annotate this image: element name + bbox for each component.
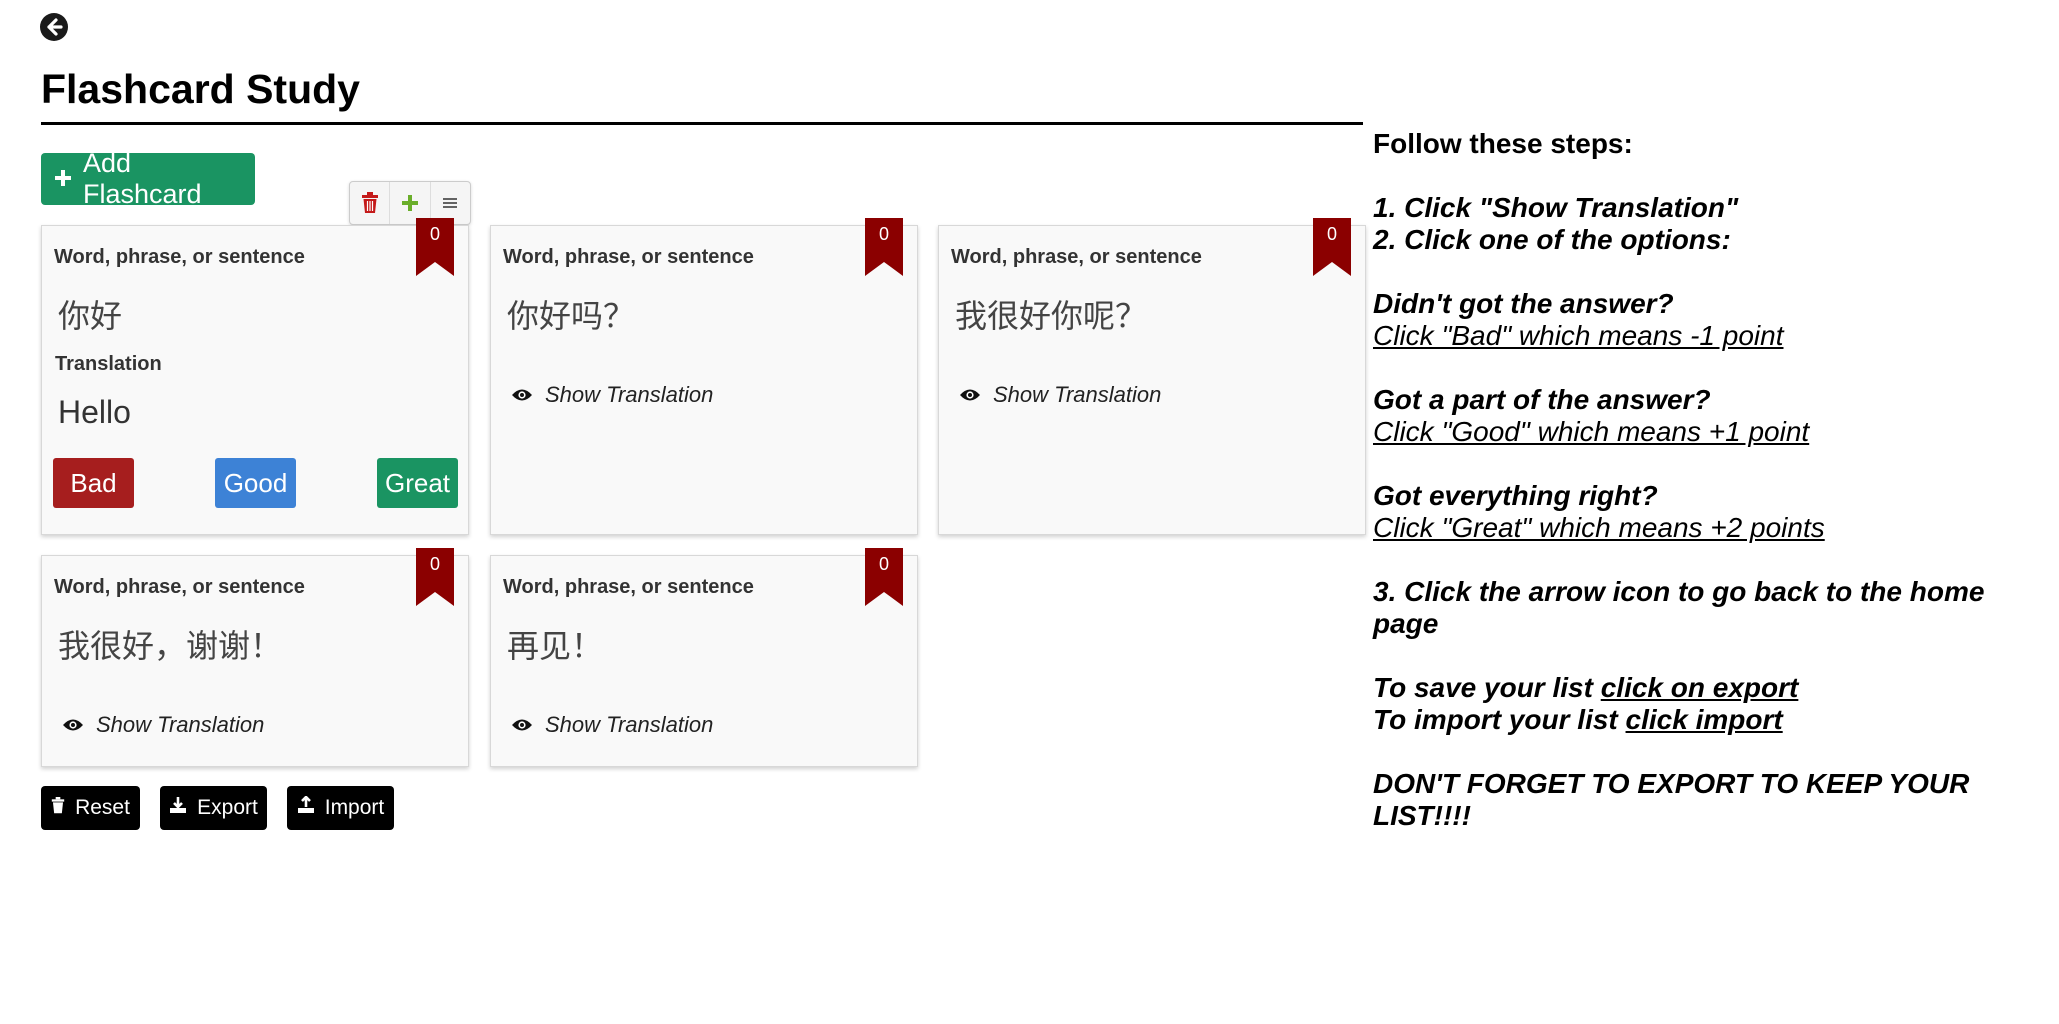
flashcard: Word, phrase, or sentence 你好吗？ Show Tran… <box>490 218 918 535</box>
add-flashcard-label: Add Flashcard <box>83 148 202 209</box>
score-value: 0 <box>878 224 889 244</box>
save-line: To save your list click on export <box>1373 672 2053 704</box>
show-translation-button[interactable]: Show Translation <box>62 712 264 738</box>
great-question: Got everything right? <box>1373 480 1658 511</box>
export-button[interactable]: Export <box>160 786 267 830</box>
great-explanation: Click "Great" which means +2 points <box>1373 512 1825 543</box>
translation-text: Hello <box>58 394 131 430</box>
good-question: Got a part of the answer? <box>1373 384 1711 415</box>
title-divider <box>41 122 1363 125</box>
card-label: Word, phrase, or sentence <box>503 246 754 268</box>
card-label: Word, phrase, or sentence <box>503 576 754 598</box>
export-link[interactable]: click on export <box>1601 672 1799 703</box>
show-translation-label: Show Translation <box>993 382 1162 407</box>
score-ribbon: 0 <box>1313 218 1351 276</box>
trash-icon[interactable] <box>350 182 391 224</box>
flashcard: Word, phrase, or sentence 再见！ Show Trans… <box>490 548 918 767</box>
eye-icon <box>511 382 533 408</box>
add-flashcard-button[interactable]: Add Flashcard <box>41 148 255 209</box>
page-title: Flashcard Study <box>41 66 360 112</box>
score-value: 0 <box>878 554 889 574</box>
import-label: Import <box>324 796 385 819</box>
card-label: Word, phrase, or sentence <box>54 246 305 268</box>
upload-icon <box>297 795 315 820</box>
show-translation-button[interactable]: Show Translation <box>511 712 713 738</box>
eye-icon <box>62 712 84 738</box>
plus-icon <box>53 164 73 195</box>
bad-question: Didn't got the answer? <box>1373 288 1674 319</box>
reset-label: Reset <box>75 796 130 819</box>
step-2: 2. Click one of the options: <box>1373 224 1731 255</box>
card-word: 我很好，谢谢！ <box>58 627 283 665</box>
instructions-panel: Follow these steps: 1. Click "Show Trans… <box>1373 128 2053 832</box>
back-arrow-icon[interactable] <box>40 13 68 41</box>
import-prefix: To import your list <box>1373 704 1626 735</box>
score-ribbon: 0 <box>865 218 903 276</box>
bad-explanation: Click "Bad" which means -1 point <box>1373 320 1784 351</box>
score-value: 0 <box>1326 224 1337 244</box>
card-label: Word, phrase, or sentence <box>951 246 1202 268</box>
eye-icon <box>511 712 533 738</box>
instructions-heading: Follow these steps: <box>1373 128 1633 159</box>
card-word: 我很好你呢？ <box>955 297 1148 335</box>
eye-icon <box>959 382 981 408</box>
bad-button[interactable]: Bad <box>53 458 134 508</box>
score-ribbon: 0 <box>865 548 903 606</box>
import-link[interactable]: click import <box>1626 704 1783 735</box>
translation-label: Translation <box>55 353 162 375</box>
good-explanation: Click "Good" which means +1 point <box>1373 416 1810 447</box>
save-prefix: To save your list <box>1373 672 1601 703</box>
import-line: To import your list click import <box>1373 704 2053 736</box>
flashcard: Word, phrase, or sentence 我很好，谢谢！ Show T… <box>41 548 469 767</box>
export-warning: DON'T FORGET TO EXPORT TO KEEP YOUR LIST… <box>1373 768 1970 831</box>
show-translation-label: Show Translation <box>545 712 714 737</box>
show-translation-label: Show Translation <box>545 382 714 407</box>
card-label: Word, phrase, or sentence <box>54 576 305 598</box>
card-word: 你好 <box>58 297 123 335</box>
step-1: 1. Click "Show Translation" <box>1373 192 1739 223</box>
good-button[interactable]: Good <box>215 458 296 508</box>
card-word: 再见！ <box>507 627 604 665</box>
export-label: Export <box>197 796 258 819</box>
score-ribbon: 0 <box>416 218 454 276</box>
trash-icon <box>51 796 65 820</box>
step-3: 3. Click the arrow icon to go back to th… <box>1373 576 1985 639</box>
flashcard: Word, phrase, or sentence 我很好你呢？ Show Tr… <box>938 218 1366 535</box>
reset-button[interactable]: Reset <box>41 786 140 830</box>
card-word: 你好吗？ <box>507 297 636 335</box>
score-ribbon: 0 <box>416 548 454 606</box>
score-value: 0 <box>429 554 440 574</box>
show-translation-label: Show Translation <box>96 712 265 737</box>
show-translation-button[interactable]: Show Translation <box>959 382 1161 408</box>
flashcard: Word, phrase, or sentence 你好 Translation… <box>41 218 469 535</box>
import-button[interactable]: Import <box>287 786 394 830</box>
show-translation-button[interactable]: Show Translation <box>511 382 713 408</box>
download-icon <box>169 796 187 820</box>
score-value: 0 <box>429 224 440 244</box>
great-button[interactable]: Great <box>377 458 458 508</box>
